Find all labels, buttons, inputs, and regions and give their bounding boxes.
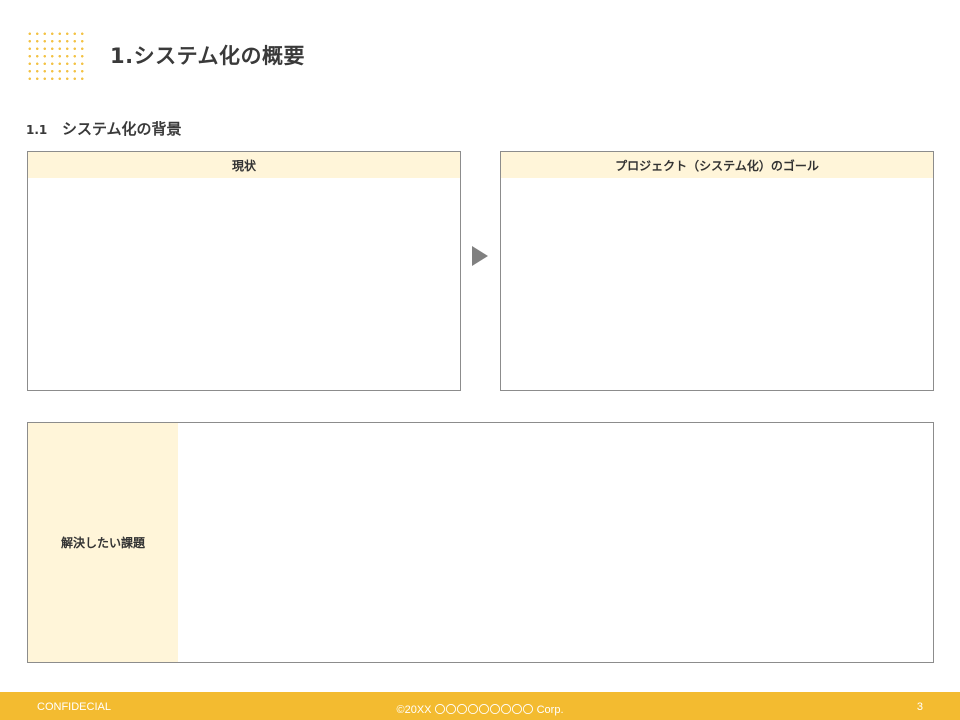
section-heading: 1.1 システム化の背景 (26, 118, 182, 139)
section-title: システム化の背景 (62, 120, 182, 138)
issues-content-area (178, 423, 933, 662)
page-number: 3 (916, 701, 923, 713)
footer-copyright: ©20XX 〇〇〇〇〇〇〇〇〇 Corp. (396, 704, 564, 716)
page-title: 1.システム化の概要 (110, 44, 305, 68)
current-state-header: 現状 (28, 152, 460, 178)
project-goal-header: プロジェクト（システム化）のゴール (501, 152, 933, 178)
issues-panel: 解決したい課題 (27, 422, 934, 663)
issues-label: 解決したい課題 (28, 423, 178, 662)
right-arrow-icon (472, 246, 488, 266)
footer-bar: CONFIDECIAL ©20XX 〇〇〇〇〇〇〇〇〇 Corp. 3 (0, 692, 960, 720)
section-number: 1.1 (26, 123, 48, 137)
project-goal-panel: プロジェクト（システム化）のゴール (500, 151, 934, 391)
decorative-dot-grid (26, 30, 86, 82)
current-state-panel: 現状 (27, 151, 461, 391)
